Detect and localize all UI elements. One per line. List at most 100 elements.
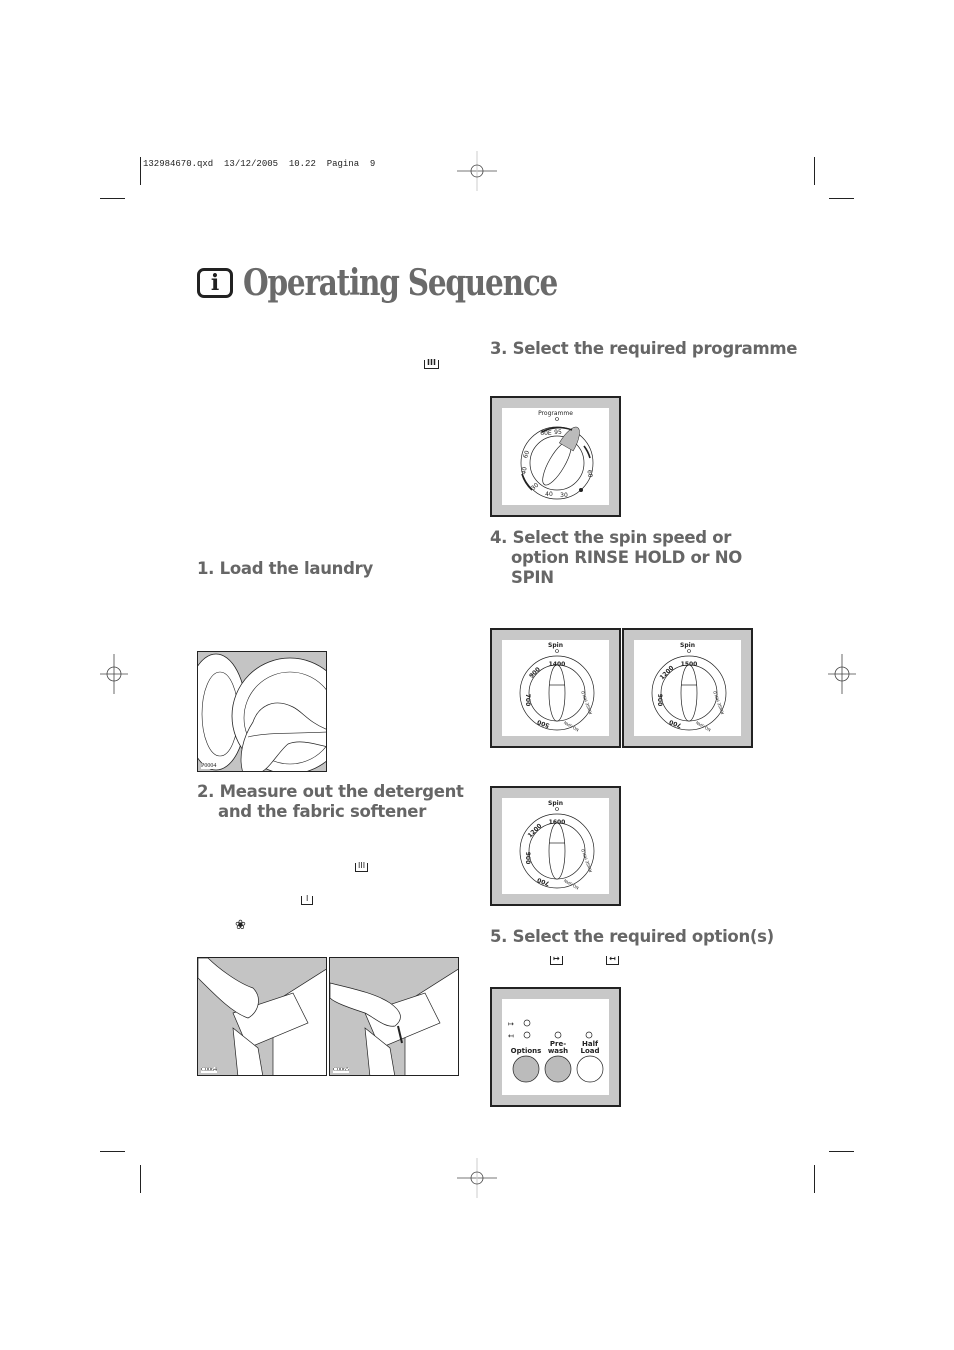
dial-indicator [555, 417, 559, 421]
section-title-line: Select the required option(s) [512, 927, 775, 946]
main-wash-compartment-icon: III [424, 355, 439, 369]
section-4-heading: 4. Select the spin speed or option RINSE… [490, 528, 742, 588]
slug-filename: 132984670.qxd [143, 159, 214, 169]
label-line: wash [547, 1047, 569, 1055]
tray-glyph: III [424, 359, 439, 369]
spin-dial[interactable]: 16001200900700 NO SPINRINSE HOLD [502, 798, 613, 898]
dial-mark: 40 [520, 466, 528, 475]
section-number: 2. [197, 782, 215, 801]
dial-mark: 40 [545, 491, 553, 498]
tray-glyph: ↦ [550, 955, 563, 965]
dial-mark: 60 [585, 469, 593, 478]
section-title-line: Load the laundry [219, 559, 374, 578]
section-1-heading: 1. Load the laundry [197, 559, 373, 579]
section-title-line: and the fabric softener [218, 802, 427, 821]
info-icon: i [197, 268, 233, 298]
crop-mark [829, 198, 854, 199]
section-5-heading: 5. Select the required option(s) [490, 927, 774, 947]
registration-mark-icon [457, 151, 497, 191]
short-wash-led: ↤ [508, 1031, 531, 1040]
label-line: Load [580, 1047, 600, 1055]
registration-mark-icon [828, 654, 856, 694]
extra-rinse-led: ↦ [508, 1019, 531, 1028]
crop-mark [140, 157, 141, 185]
section-3-heading: 3. Select the required programme [490, 339, 797, 359]
fabric-softener-icon: ❀ [235, 918, 246, 933]
dial-mark: 1600 [549, 819, 566, 826]
dial-mark: 900 [656, 694, 663, 707]
section-number: 5. [490, 927, 508, 946]
extra-rinse-icon: ↦ [550, 951, 563, 965]
options-panel: ↦ ↤ Options Pre-wash Half Load [490, 987, 621, 1107]
section-title-line: SPIN [511, 568, 554, 587]
programme-dial-panel: Programme 95 60E 60 40 30 40 30 60 [490, 396, 621, 517]
crop-mark [140, 1165, 141, 1193]
registration-mark-icon [100, 654, 128, 694]
slug-page-number: 9 [369, 159, 376, 169]
crop-mark [100, 198, 125, 199]
main-wash-compartment-icon: III [355, 858, 369, 872]
prewash-led [554, 1031, 562, 1039]
spin-dial[interactable]: 15001200900700 NO SPINRINSE HOLD [634, 640, 745, 740]
half-load-button[interactable] [576, 1055, 604, 1083]
registration-mark-icon [457, 1158, 497, 1198]
spin-dial-panel: Spin 1500 1200 900 700 NO SPIN RINSE HOLD [622, 628, 753, 748]
crop-mark [814, 1165, 815, 1193]
dial-mark: 60E [540, 430, 552, 437]
file-slug: 132984670.qxd 13/12/2005 10.22 Pagina 9 [143, 159, 375, 169]
half-load-label: Half Load [574, 1041, 606, 1055]
slug-date: 13/12/2005 [224, 159, 279, 169]
short-wash-icon: ↤ [606, 951, 619, 965]
section-number: 4. [490, 528, 508, 547]
slug-time: 10.22 [288, 159, 316, 169]
tray-glyph: III [355, 862, 369, 872]
section-title-line: Measure out the detergent [219, 782, 464, 801]
section-number: 3. [490, 339, 508, 358]
section-title-line: Select the spin speed or [512, 528, 732, 547]
dial-indicator [555, 649, 559, 653]
tray-glyph: I [301, 895, 314, 905]
softener-illustration: C0065 [329, 957, 459, 1076]
dial-knob [680, 664, 698, 722]
dial-mark: 700 [524, 694, 531, 707]
half-load-led [585, 1031, 593, 1039]
spin-dial[interactable]: 1400900700500 NO SPINRINSE HOLD [502, 640, 613, 740]
svg-text:↤: ↤ [508, 1032, 514, 1040]
image-code: C0065 [333, 1067, 350, 1073]
slug-page-label: Pagina [326, 159, 360, 169]
options-label: Options [506, 1048, 546, 1055]
spin-dial-panel: Spin 1400 900 700 500 NO SPIN RINSE HOLD [490, 628, 621, 748]
dial-mark: 95 [554, 429, 562, 436]
tray-glyph: ↤ [606, 955, 619, 965]
dial-indicator [687, 649, 691, 653]
programme-dial[interactable]: 95 60E 60 40 30 40 30 60 [502, 408, 613, 509]
section-title-line: Select the required programme [512, 339, 798, 358]
prewash-button[interactable] [544, 1055, 572, 1083]
spin-dial-panel: Spin 1600 1200 900 700 NO SPIN RINSE HOLD [490, 786, 621, 906]
svg-text:↦: ↦ [508, 1020, 514, 1028]
crop-mark [829, 1151, 854, 1152]
dial-mark: 900 [524, 852, 531, 865]
prewash-compartment-icon: I [301, 891, 314, 905]
section-number: 1. [197, 559, 215, 578]
dial-mark: 1400 [549, 661, 566, 668]
page-header: i Operating Sequence [197, 262, 626, 304]
prewash-label: Pre-wash [542, 1041, 574, 1055]
page-title: Operating Sequence [243, 262, 558, 304]
crop-mark [100, 1151, 125, 1152]
detergent-illustration: C0064 [197, 957, 327, 1076]
image-code: P0004 [201, 763, 217, 769]
image-code: C0064 [201, 1067, 218, 1073]
label-line: Options [510, 1047, 542, 1055]
dial-mark: 1500 [681, 661, 698, 668]
options-button[interactable] [512, 1055, 540, 1083]
section-title-line: option RINSE HOLD or NO [511, 548, 743, 567]
dial-mark: 30 [560, 492, 568, 499]
info-icon-glyph: i [210, 270, 220, 296]
dial-indicator [555, 807, 559, 811]
crop-mark [814, 157, 815, 185]
dial-knob [548, 822, 566, 880]
load-laundry-illustration: P0004 [197, 651, 327, 772]
section-2-heading: 2. Measure out the detergent and the fab… [197, 782, 464, 822]
dial-knob [548, 664, 566, 722]
